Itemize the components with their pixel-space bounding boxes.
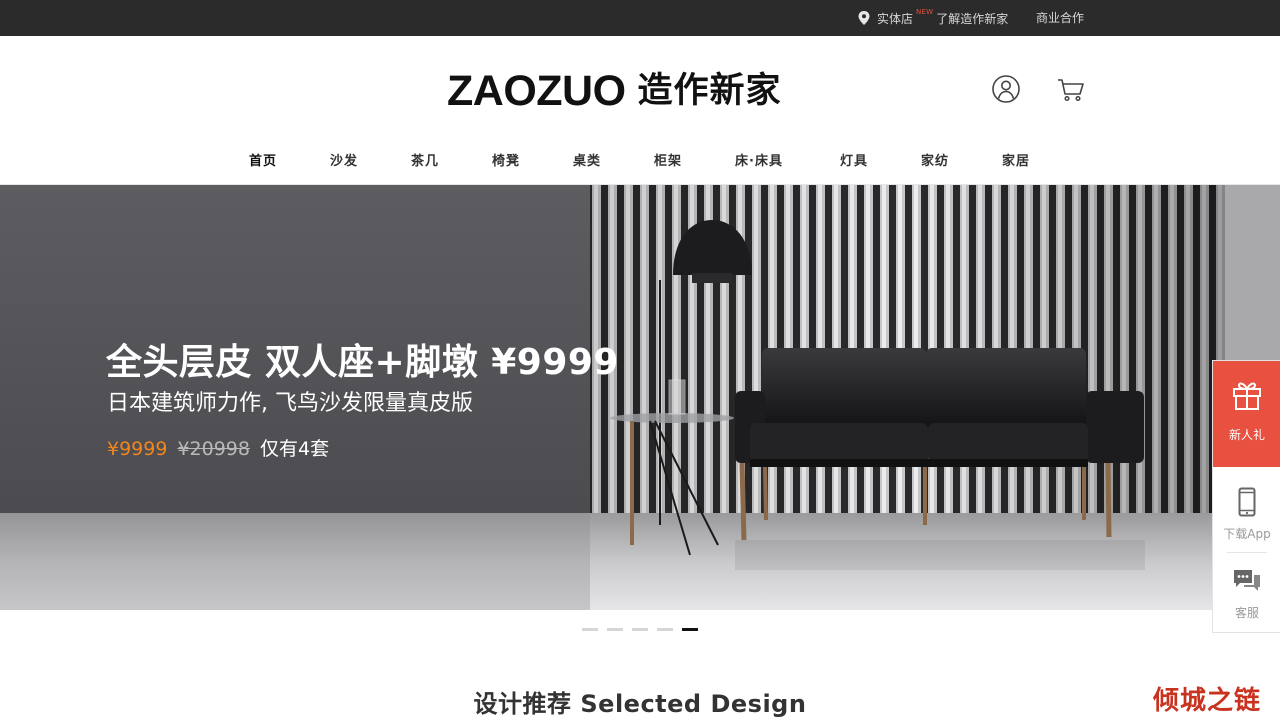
- original-price: ¥20998: [177, 438, 250, 460]
- hero-banner[interactable]: 全头层皮 双人座+脚墩 ¥9999 日本建筑师力作, 飞鸟沙发限量真皮版 ¥99…: [0, 185, 1280, 610]
- carousel-dot[interactable]: [607, 628, 623, 631]
- section-title: 设计推荐 Selected Design: [473, 690, 807, 718]
- download-app-label: 下载App: [1223, 527, 1271, 541]
- new-badge: NEW: [916, 8, 934, 16]
- carousel-indicators: [582, 628, 707, 631]
- new-user-gift-button[interactable]: 新人礼: [1213, 361, 1280, 467]
- phone-icon: [1238, 487, 1256, 517]
- hero-prices: ¥9999 ¥20998 仅有4套: [107, 434, 329, 461]
- store-link[interactable]: 实体店 NEW 了解造作新家: [858, 0, 1008, 36]
- nav-active-underline: [0, 140, 1280, 184]
- carousel-dot[interactable]: [657, 628, 673, 631]
- user-icon[interactable]: [991, 74, 1021, 104]
- hero-title: 全头层皮 双人座+脚墩 ¥9999: [106, 342, 619, 383]
- logo-en: ZAOZUO: [447, 67, 626, 115]
- customer-service-label: 客服: [1234, 606, 1259, 620]
- business-cooperation-link[interactable]: 商业合作: [1036, 0, 1084, 36]
- location-pin-icon: [858, 11, 870, 25]
- chat-icon: [1234, 570, 1260, 591]
- gift-label: 新人礼: [1228, 428, 1265, 442]
- learn-label: 了解造作新家: [936, 11, 1009, 26]
- carousel-dot[interactable]: [632, 628, 648, 631]
- stock-note: 仅有4套: [259, 438, 330, 460]
- carousel-dot[interactable]: [582, 628, 598, 631]
- logo[interactable]: ZAOZUO 造作新家: [447, 68, 782, 114]
- store-label: 实体店: [877, 11, 914, 26]
- cart-icon[interactable]: [1056, 74, 1086, 104]
- current-price: ¥9999: [107, 438, 168, 460]
- carousel-dot-active[interactable]: [682, 628, 698, 631]
- hero-subtitle: 日本建筑师力作, 飞鸟沙发限量真皮版: [107, 391, 473, 416]
- customer-service-button[interactable]: 客服: [1213, 559, 1280, 631]
- floating-sidebar: 新人礼 下载App 客服: [1212, 360, 1280, 633]
- gift-icon: [1233, 382, 1261, 410]
- top-bar: 实体店 NEW 了解造作新家 商业合作: [0, 0, 1280, 36]
- logo-zh: 造作新家: [637, 71, 782, 111]
- download-app-button[interactable]: 下载App: [1213, 479, 1280, 551]
- watermark: 倾城之链: [1153, 686, 1262, 716]
- sidebar-divider: [1227, 552, 1267, 553]
